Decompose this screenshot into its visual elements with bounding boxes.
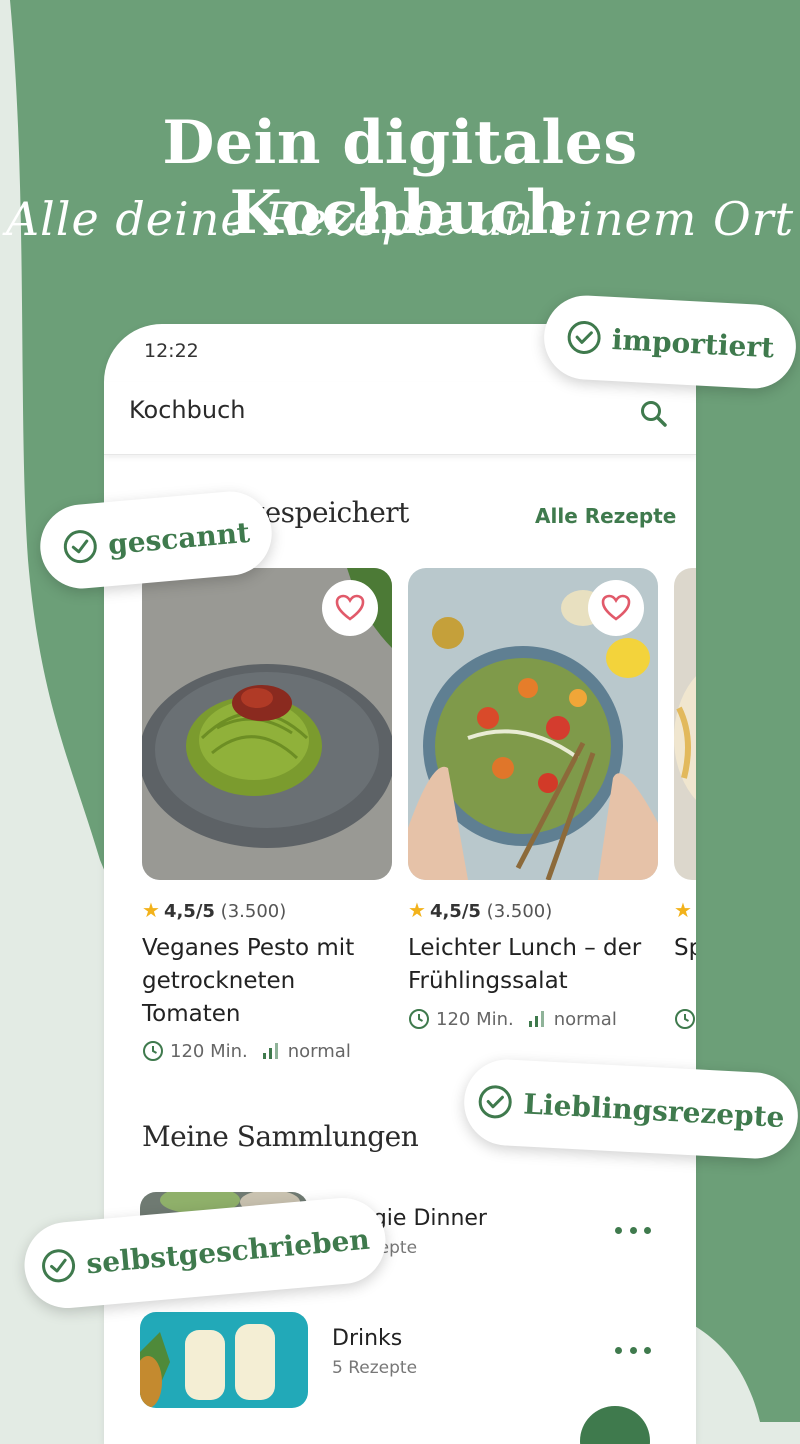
favorite-button[interactable] xyxy=(322,580,378,636)
recipe-rating: ★ 4,5/5 (3.500) xyxy=(408,898,553,922)
clock-icon xyxy=(409,1009,429,1029)
recipe-meta: 120 Min. normal xyxy=(142,1040,351,1062)
status-time: 12:22 xyxy=(144,340,199,362)
search-button[interactable] xyxy=(634,394,674,434)
recipe-title: Veganes Pesto mit getrockneten Tomaten xyxy=(142,935,355,1027)
subline: Alle deine Rezepte an einem Ort xyxy=(5,192,795,246)
badge-lieblingsrezepte: Lieblingsrezepte xyxy=(461,1057,800,1161)
collection-count: 5 Rezepte xyxy=(332,1358,418,1378)
heart-icon xyxy=(601,594,631,621)
recipe-title: Leichter Lunch – der Frühlingssalat xyxy=(408,935,642,994)
app-bar: Kochbuch xyxy=(104,382,696,455)
recipe-image xyxy=(674,568,696,880)
star-icon: ★ xyxy=(408,898,426,922)
collections-section-title: Meine Sammlungen xyxy=(142,1120,419,1153)
difficulty-icon xyxy=(528,1011,544,1027)
collection-name: Drinks xyxy=(332,1326,403,1351)
search-icon xyxy=(641,401,667,427)
clock-icon xyxy=(143,1041,163,1061)
more-options-button[interactable] xyxy=(615,1338,651,1362)
badge-importiert: importiert xyxy=(541,293,799,391)
difficulty-icon xyxy=(262,1043,278,1059)
check-circle-icon xyxy=(63,530,97,564)
app-title: Kochbuch xyxy=(129,396,246,424)
heart-icon xyxy=(335,594,365,621)
star-icon: ★ xyxy=(674,898,692,922)
fab-button[interactable] xyxy=(580,1406,650,1444)
recipe-meta xyxy=(674,1008,696,1030)
all-recipes-link[interactable]: Alle Rezepte xyxy=(535,504,676,528)
recipe-image xyxy=(142,568,392,880)
recipe-image xyxy=(408,568,658,880)
recipe-rating: ★ 4,5/5 (3.500) xyxy=(142,898,287,922)
collection-item[interactable]: Drinks 5 Rezepte xyxy=(140,1312,660,1408)
check-circle-icon xyxy=(42,1249,76,1283)
clock-icon xyxy=(675,1009,695,1029)
favorite-button[interactable] xyxy=(588,580,644,636)
recipe-rating: ★ xyxy=(674,898,696,922)
more-options-button[interactable] xyxy=(615,1218,651,1242)
recipe-title: Sp xyxy=(674,935,696,961)
star-icon: ★ xyxy=(142,898,160,922)
collection-thumbnail xyxy=(140,1312,308,1408)
check-circle-icon xyxy=(479,1085,513,1119)
recipe-meta: 120 Min. normal xyxy=(408,1008,617,1030)
check-circle-icon xyxy=(567,320,601,354)
